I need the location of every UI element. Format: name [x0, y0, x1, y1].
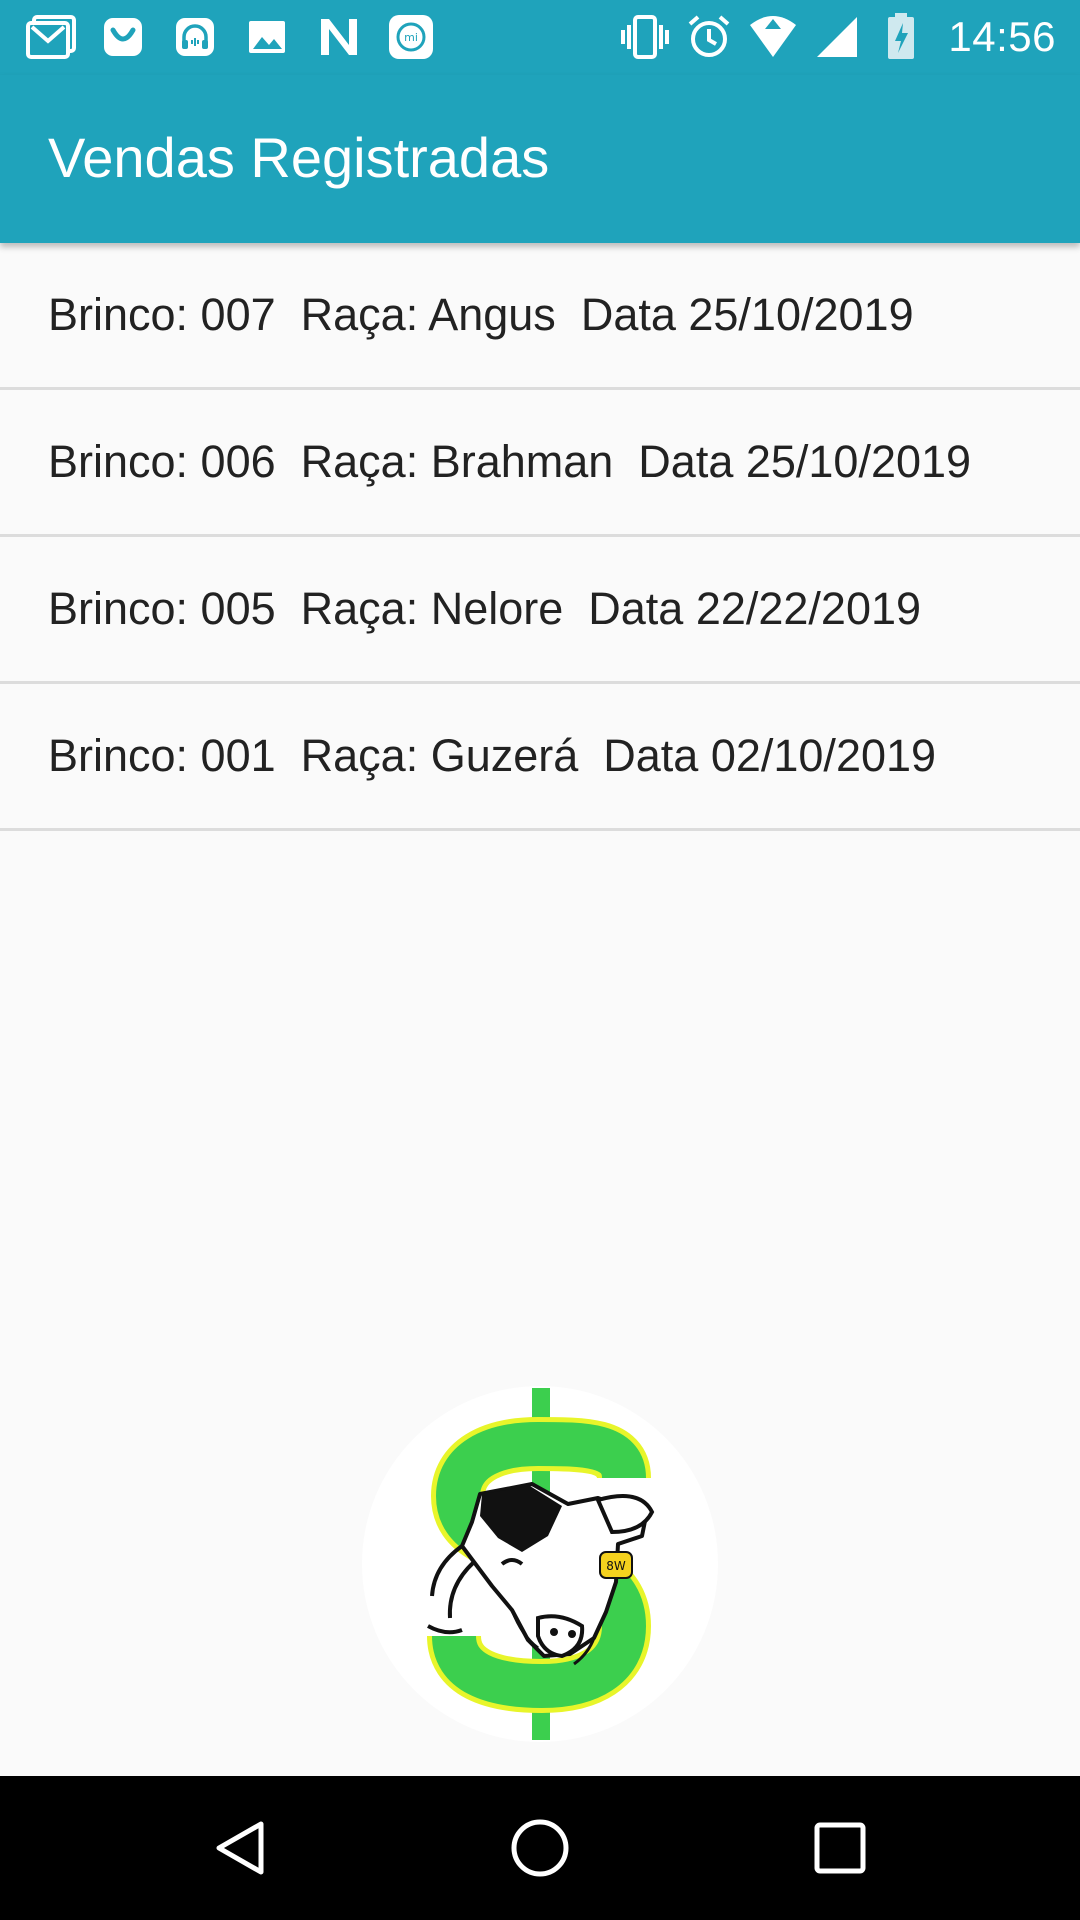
vibrate-icon	[620, 12, 670, 62]
signal-icon	[812, 12, 862, 62]
ear-tag-label: 8W	[606, 1559, 626, 1573]
sales-list: Brinco: 007 Raça: Angus Data 25/10/2019 …	[0, 243, 1080, 831]
app-bar: Vendas Registradas	[0, 75, 1080, 243]
navigation-bar	[0, 1776, 1080, 1920]
alarm-icon	[684, 12, 734, 62]
mi-icon: mi	[385, 12, 437, 62]
gmail-icon	[25, 12, 77, 62]
back-icon	[216, 1821, 264, 1875]
notification-icons: mi	[25, 12, 437, 62]
list-item[interactable]: Brinco: 007 Raça: Angus Data 25/10/2019	[0, 243, 1080, 390]
clock: 14:56	[948, 13, 1056, 60]
back-button[interactable]	[161, 1776, 321, 1920]
list-item[interactable]: Brinco: 005 Raça: Nelore Data 22/22/2019	[0, 537, 1080, 684]
headphones-icon	[169, 12, 221, 62]
dollar-cow-logo-icon: 8W	[427, 1388, 655, 1740]
battery-charging-icon	[876, 12, 926, 62]
list-item[interactable]: Brinco: 006 Raça: Brahman Data 25/10/201…	[0, 390, 1080, 537]
shopping-bag-icon	[97, 12, 149, 62]
home-icon	[511, 1819, 569, 1877]
list-item[interactable]: Brinco: 001 Raça: Guzerá Data 02/10/2019	[0, 684, 1080, 831]
recents-button[interactable]	[760, 1776, 920, 1920]
n-logo-icon	[313, 12, 365, 62]
status-bar: mi 14:56	[0, 0, 1080, 75]
system-icons: 14:56	[620, 12, 1056, 62]
image-icon	[241, 12, 293, 62]
page-title: Vendas Registradas	[48, 126, 550, 189]
svg-text:mi: mi	[404, 31, 418, 44]
wifi-icon	[748, 12, 798, 62]
home-button[interactable]	[460, 1776, 620, 1920]
recents-icon	[814, 1822, 866, 1874]
app-logo: 8W	[362, 1386, 718, 1742]
